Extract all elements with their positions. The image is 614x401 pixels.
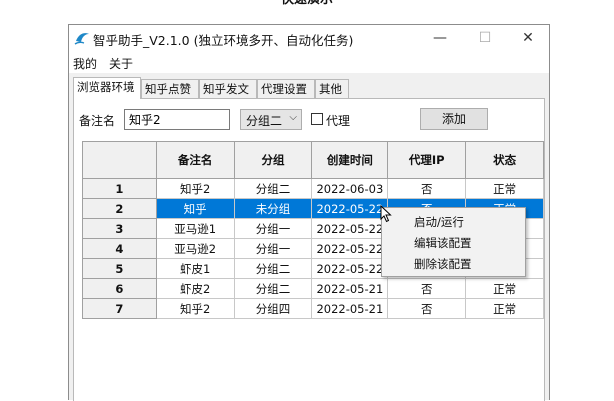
maximize-button[interactable]: ☐ — [462, 25, 508, 51]
cell-group[interactable]: 分组二 — [233, 278, 313, 299]
cell-group[interactable]: 分组四 — [233, 298, 313, 319]
cell-group[interactable]: 分组一 — [233, 238, 313, 259]
row-number[interactable]: 6 — [82, 278, 157, 299]
cell-group[interactable]: 分组二 — [233, 258, 313, 279]
cell-created[interactable]: 2022-05-22 — [311, 198, 389, 219]
row-number[interactable]: 5 — [82, 258, 157, 279]
tab-browser-env[interactable]: 浏览器环境 — [73, 77, 141, 99]
group-select[interactable]: 分组二 ⌵ — [240, 109, 302, 130]
cell-proxy[interactable]: 否 — [387, 178, 467, 199]
close-button[interactable]: ✕ — [505, 25, 551, 51]
proxy-checkbox[interactable] — [311, 113, 323, 125]
cell-name[interactable]: 亚马逊2 — [155, 238, 235, 259]
menu-bar: 我的 关于 — [69, 51, 549, 73]
mouse-cursor-icon — [380, 205, 392, 223]
col-header-name[interactable]: 备注名 — [155, 141, 235, 179]
row-number[interactable]: 4 — [82, 238, 157, 259]
cell-proxy[interactable]: 否 — [387, 298, 467, 319]
cell-name[interactable]: 知乎2 — [155, 298, 235, 319]
cell-group[interactable]: 未分组 — [233, 198, 313, 219]
cell-name[interactable]: 虾皮1 — [155, 258, 235, 279]
cell-name[interactable]: 虾皮2 — [155, 278, 235, 299]
cell-created[interactable]: 2022-05-21 — [311, 278, 389, 299]
corner-header — [82, 141, 157, 179]
table-header-row: 备注名 分组 创建时间 代理IP 状态 — [82, 141, 544, 179]
demo-banner-title: 快速演示 — [0, 0, 614, 10]
note-input[interactable] — [124, 109, 230, 130]
row-number[interactable]: 3 — [82, 218, 157, 239]
menu-item-about[interactable]: 关于 — [109, 55, 133, 72]
col-header-group[interactable]: 分组 — [233, 141, 313, 179]
col-header-created[interactable]: 创建时间 — [311, 141, 389, 179]
menu-item-mine[interactable]: 我的 — [73, 55, 97, 72]
cell-created[interactable]: 2022-05-21 — [311, 298, 389, 319]
cell-proxy[interactable]: 否 — [387, 278, 467, 299]
app-logo-icon — [74, 33, 89, 45]
row-number[interactable]: 1 — [82, 178, 157, 199]
cell-name[interactable]: 亚马逊1 — [155, 218, 235, 239]
tab-other[interactable]: 其他 — [315, 79, 349, 98]
cell-created[interactable]: 2022-06-03 — [311, 178, 389, 199]
tab-zhihu-like[interactable]: 知乎点赞 — [141, 79, 199, 98]
cell-status[interactable]: 正常 — [465, 178, 544, 199]
table-row[interactable]: 7 知乎2 分组四 2022-05-21 否 正常 — [82, 298, 544, 319]
row-number[interactable]: 2 — [82, 198, 157, 219]
cell-created[interactable]: 2022-05-22 — [311, 258, 389, 279]
ctx-item-edit[interactable]: 编辑该配置 — [414, 235, 472, 251]
proxy-checkbox-label: 代理 — [326, 114, 351, 128]
context-menu: 启动/运行 编辑该配置 删除该配置 — [381, 207, 526, 277]
cell-name[interactable]: 知乎 — [155, 198, 235, 219]
cell-created[interactable]: 2022-05-22 — [311, 218, 389, 239]
group-select-value: 分组二 — [246, 114, 283, 128]
tab-zhihu-post[interactable]: 知乎发文 — [199, 79, 257, 98]
cell-created[interactable]: 2022-05-22 — [311, 238, 389, 259]
row-number[interactable]: 7 — [82, 298, 157, 319]
add-button[interactable]: 添加 — [420, 108, 488, 130]
title-bar[interactable]: 智乎助手_V2.1.0 (独立环境多开、自动化任务) — ☐ ✕ — [69, 25, 549, 51]
note-label: 备注名 — [79, 114, 116, 128]
cell-status[interactable]: 正常 — [465, 298, 544, 319]
ctx-item-delete[interactable]: 删除该配置 — [414, 256, 472, 272]
chevron-down-icon: ⌵ — [289, 112, 297, 123]
window-title: 智乎助手_V2.1.0 (独立环境多开、自动化任务) — [93, 33, 354, 48]
col-header-status[interactable]: 状态 — [465, 141, 544, 179]
tab-proxy-settings[interactable]: 代理设置 — [257, 79, 315, 98]
cell-group[interactable]: 分组二 — [233, 178, 313, 199]
cell-status[interactable]: 正常 — [465, 278, 544, 299]
table-row[interactable]: 1 知乎2 分组二 2022-06-03 否 正常 — [82, 178, 544, 199]
table-row[interactable]: 6 虾皮2 分组二 2022-05-21 否 正常 — [82, 278, 544, 299]
minimize-button[interactable]: — — [417, 25, 463, 51]
ctx-item-start[interactable]: 启动/运行 — [414, 214, 464, 230]
cell-group[interactable]: 分组一 — [233, 218, 313, 239]
col-header-proxy-ip[interactable]: 代理IP — [387, 141, 467, 179]
cell-name[interactable]: 知乎2 — [155, 178, 235, 199]
